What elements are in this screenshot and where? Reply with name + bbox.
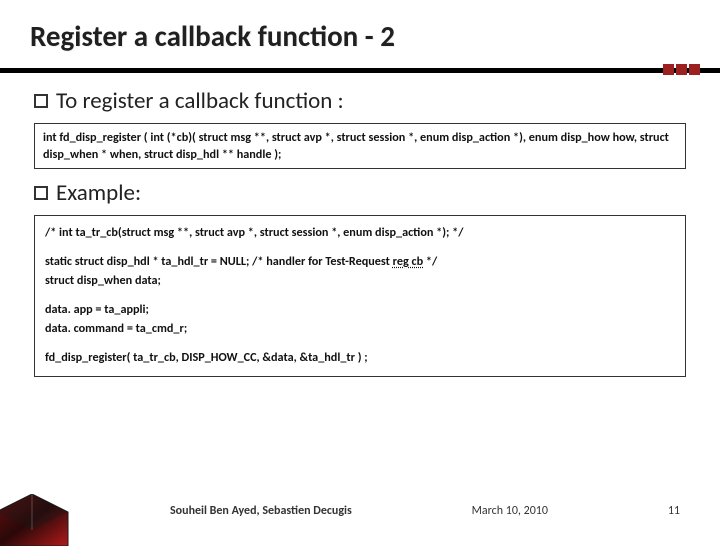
- code-example-box: /* int ta_tr_cb(struct msg **, struct av…: [34, 215, 686, 376]
- accent-square: [663, 64, 674, 75]
- accent-square: [689, 64, 700, 75]
- footer: Souheil Ben Ayed, Sebastien Decugis Marc…: [0, 504, 720, 518]
- slide: Register a callback function - 2 To regi…: [0, 0, 720, 540]
- accent-square: [676, 64, 687, 75]
- code-line: data. app = ta_appli; data. command = ta…: [45, 301, 675, 339]
- bullet-square-icon: [34, 94, 48, 108]
- footer-authors: Souheil Ben Ayed, Sebastien Decugis: [170, 504, 352, 518]
- code-line: /* int ta_tr_cb(struct msg **, struct av…: [45, 224, 675, 243]
- bullet-text: Example:: [56, 179, 141, 207]
- horizontal-rule: [0, 68, 720, 73]
- footer-page-number: 11: [668, 504, 680, 518]
- slide-title: Register a callback function - 2: [30, 18, 690, 54]
- footer-date: March 10, 2010: [472, 504, 548, 518]
- corner-decoration: [0, 494, 70, 546]
- code-signature-box: int fd_disp_register ( int (*cb)( struct…: [34, 123, 686, 169]
- bullet-text: To register a callback function :: [56, 87, 344, 115]
- accent-squares: [663, 64, 700, 75]
- code-line: fd_disp_register( ta_tr_cb, DISP_HOW_CC,…: [45, 349, 675, 368]
- bullet-square-icon: [34, 186, 48, 200]
- bullet-item: To register a callback function :: [34, 87, 690, 115]
- code-line: static struct disp_hdl * ta_hdl_tr = NUL…: [45, 253, 675, 291]
- bullet-item: Example:: [34, 179, 690, 207]
